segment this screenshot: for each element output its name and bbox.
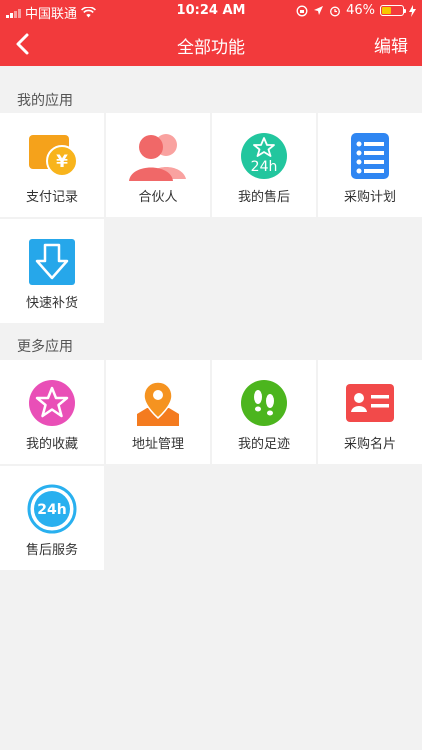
app-label: 我的售后 [237,190,290,205]
status-bar: 中国联通 10:24 AM 46% [0,0,422,22]
my-apps-grid: ¥ 支付记录 合伙人 24h 我的售后 采购计划 快速补货 [0,113,422,323]
app-label: 采购计划 [343,190,396,205]
app-purchase-plan[interactable]: 采购计划 [318,113,422,217]
app-label: 采购名片 [343,437,396,452]
location-icon [314,6,324,15]
svg-text:24h: 24h [251,159,278,175]
app-label: 售后服务 [25,543,78,558]
battery-percent: 46% [346,3,375,18]
app-my-after-sales[interactable]: 24h 我的售后 [212,113,316,217]
app-label: 支付记录 [25,190,78,205]
app-address-management[interactable]: 地址管理 [106,360,210,464]
charging-icon [409,4,416,17]
svg-text:¥: ¥ [56,152,68,172]
app-label: 快速补货 [25,296,78,311]
payment-record-icon: ¥ [29,135,77,177]
page-title: 全部功能 [177,38,245,58]
app-purchase-card[interactable]: 采购名片 [318,360,422,464]
quick-restock-icon [29,239,75,285]
top-bar: 中国联通 10:24 AM 46% 全部功能 编辑 [0,0,422,66]
nav-bar: 全部功能 编辑 [0,22,422,66]
more-apps-grid: 我的收藏 地址管理 我的足迹 采购名片 24h 售后服务 [0,360,422,570]
purchase-plan-icon [351,133,389,179]
section-label-more-apps: 更多应用 [17,339,73,355]
after-sales-24h-icon: 24h [241,133,287,179]
app-label: 地址管理 [131,437,184,452]
app-partner[interactable]: 合伙人 [106,113,210,217]
app-payment-record[interactable]: ¥ 支付记录 [0,113,104,217]
business-card-icon [346,384,394,422]
app-label: 合伙人 [138,190,178,205]
battery-icon [380,5,406,16]
app-label: 我的足迹 [237,437,290,452]
address-map-icon [137,381,179,426]
edit-button[interactable]: 编辑 [374,32,408,57]
app-label: 我的收藏 [25,437,78,452]
partner-icon [129,134,186,181]
favorites-star-icon [29,380,75,426]
footprints-icon [241,380,287,426]
section-label-my-apps: 我的应用 [17,93,73,109]
svg-text:24h: 24h [37,502,66,518]
app-my-footprints[interactable]: 我的足迹 [212,360,316,464]
rotation-lock-icon [296,5,308,16]
alarm-icon [330,6,341,16]
app-quick-restock[interactable]: 快速补货 [0,219,104,323]
service-24h-icon: 24h [27,484,77,534]
app-after-sales-service[interactable]: 24h 售后服务 [0,466,104,570]
app-my-favorites[interactable]: 我的收藏 [0,360,104,464]
